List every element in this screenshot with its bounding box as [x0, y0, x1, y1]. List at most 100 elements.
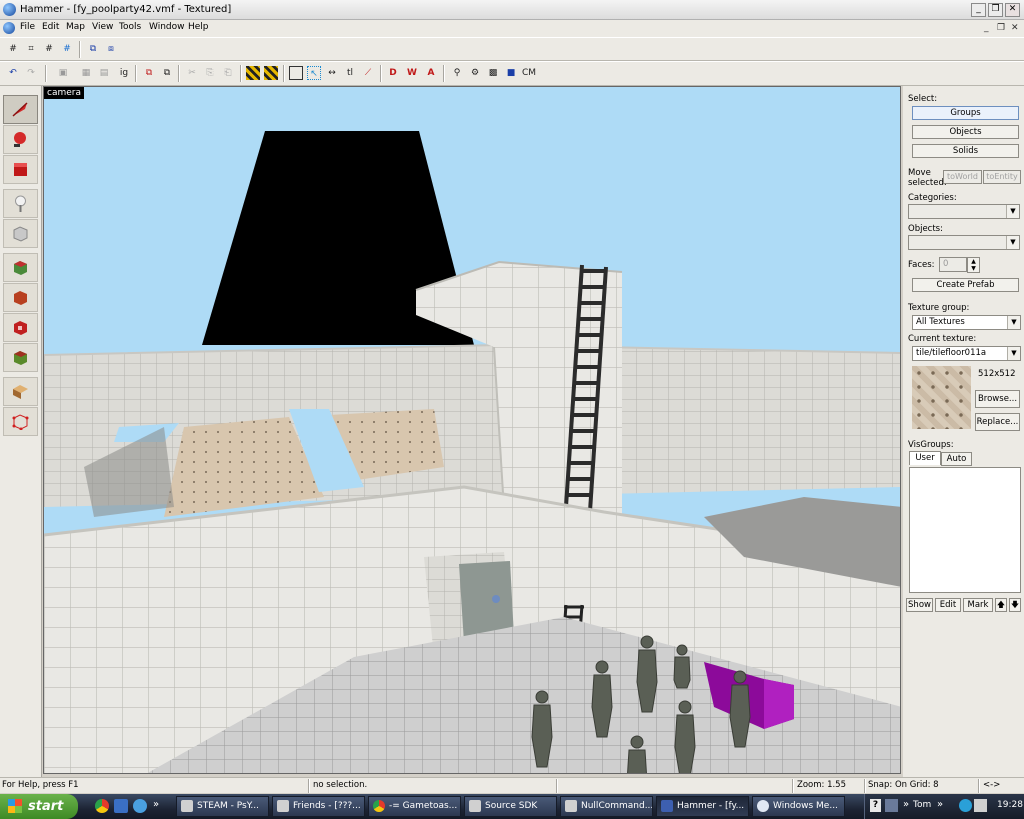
chrome-icon[interactable] [95, 799, 109, 813]
steam-tray-icon[interactable] [974, 799, 987, 812]
entity-tool[interactable] [3, 189, 38, 218]
tray-app-icon[interactable] [885, 799, 898, 812]
texture-application-tool[interactable] [3, 253, 38, 282]
tab-auto[interactable]: Auto [941, 452, 972, 466]
select-groups-button[interactable]: Groups [912, 106, 1019, 120]
tab-user[interactable]: User [909, 451, 941, 465]
grid-smaller-icon[interactable]: # [42, 42, 56, 56]
flip-vertical-icon[interactable]: tl [343, 66, 357, 80]
faces-spinner[interactable]: ▲ ▼ [967, 257, 980, 273]
tray-overflow-icon[interactable]: » [903, 799, 909, 810]
ignore-groups-icon[interactable]: ig [117, 66, 131, 80]
texture-preview[interactable] [912, 366, 971, 429]
grid-toggle-icon[interactable]: # [6, 42, 20, 56]
cut-icon[interactable]: ✂ [185, 66, 199, 80]
objects-dropdown[interactable]: ▼ [908, 235, 1020, 250]
copy-icon[interactable]: ⎘ [203, 66, 217, 80]
flip-horizontal-icon[interactable]: ↔ [325, 66, 339, 80]
visgroups-list[interactable] [909, 467, 1021, 593]
create-prefab-button[interactable]: Create Prefab [912, 278, 1019, 292]
select-solids-button[interactable]: Solids [912, 144, 1019, 158]
browse-button[interactable]: Browse... [975, 390, 1020, 408]
group-icon[interactable]: ⧉ [86, 42, 100, 56]
compile-icon[interactable]: ⚲ [450, 66, 464, 80]
select-objects-button[interactable]: Objects [912, 125, 1019, 139]
task-friends[interactable]: Friends - [???... [272, 796, 365, 817]
visgroup-mark-button[interactable]: Mark [963, 598, 993, 612]
move-up-icon[interactable]: 🡅 [995, 598, 1007, 612]
viewport-label[interactable]: camera [44, 87, 84, 99]
visgroup-edit-button[interactable]: Edit [935, 598, 961, 612]
visgroup-show-button[interactable]: Show [906, 598, 933, 612]
undo-icon[interactable]: ↶ [6, 66, 20, 80]
task-source-sdk[interactable]: Source SDK [464, 796, 557, 817]
media-icon[interactable] [114, 799, 128, 813]
menu-edit[interactable]: Edit [42, 22, 59, 32]
close-button[interactable]: ✕ [1005, 3, 1020, 17]
tray-more-icon[interactable]: » [937, 799, 943, 810]
vertex-tool[interactable] [3, 407, 38, 436]
replace-button[interactable]: Replace... [975, 413, 1020, 431]
faces-input[interactable]: 0 [939, 257, 967, 272]
to-entity-button[interactable]: toEntity [983, 170, 1021, 184]
menu-view[interactable]: View [92, 22, 113, 32]
menu-map[interactable]: Map [66, 22, 85, 32]
camera-tool[interactable] [3, 155, 38, 184]
texture-lock-icon[interactable] [246, 66, 260, 80]
cordon-button[interactable]: CM [520, 66, 538, 80]
move-down-icon[interactable]: 🡇 [1009, 598, 1021, 612]
toggle-2d-models-icon[interactable]: D [386, 66, 400, 80]
redo-icon[interactable]: ↷ [24, 66, 38, 80]
carve-icon[interactable]: ▣ [56, 66, 70, 80]
ungroup-icon[interactable]: ⧈ [104, 42, 118, 56]
grid-larger-icon[interactable]: # [60, 42, 74, 56]
apply-current-texture-tool[interactable] [3, 283, 38, 312]
hide-selected-icon[interactable]: ⧉ [142, 66, 156, 80]
help-icon[interactable]: ? [870, 799, 881, 812]
network-icon[interactable] [959, 799, 972, 812]
transform-icon[interactable]: ■ [504, 66, 518, 80]
block-tool[interactable] [3, 219, 38, 248]
toggle-selection-handles-icon[interactable] [289, 66, 303, 80]
current-texture-dropdown[interactable]: tile/tilefloor011a ▼ [912, 346, 1021, 361]
show-all-icon[interactable]: ⧉ [160, 66, 174, 80]
mdi-close-button[interactable]: ✕ [1011, 23, 1019, 33]
texture-scale-lock-icon[interactable] [264, 66, 278, 80]
menu-tools[interactable]: Tools [119, 22, 141, 32]
grid-3d-icon[interactable]: ⌗ [24, 42, 38, 56]
menu-window[interactable]: Window [149, 22, 185, 32]
magnify-tool[interactable] [3, 125, 38, 154]
camera-viewport[interactable]: camera [43, 86, 901, 774]
paste-icon[interactable]: ⎗ [221, 66, 235, 80]
tie-entity-icon[interactable]: ▤ [97, 66, 111, 80]
task-gametoast[interactable]: -= Gametoas... [368, 796, 461, 817]
menu-file[interactable]: File [20, 22, 35, 32]
quicklaunch-more-icon[interactable]: » [153, 799, 159, 810]
task-hammer[interactable]: Hammer - [fy... [656, 796, 749, 817]
task-windows-media[interactable]: Windows Me... [752, 796, 845, 817]
overlay-tool[interactable] [3, 343, 38, 372]
selection-tool[interactable] [3, 95, 38, 124]
menu-help[interactable]: Help [188, 22, 209, 32]
task-nullcommand[interactable]: NullCommand... [560, 796, 653, 817]
start-button[interactable]: start [0, 794, 78, 819]
hollow-icon[interactable]: ▦ [79, 66, 93, 80]
toggle-autosave-icon[interactable]: A [424, 66, 438, 80]
toggle-helpers-icon[interactable]: W [405, 66, 419, 80]
restore-button[interactable]: ❐ [988, 3, 1003, 17]
select-by-handles-icon[interactable]: ↖ [307, 66, 321, 80]
run-map-icon[interactable]: ⚙ [468, 66, 482, 80]
clipping-tool[interactable] [3, 377, 38, 406]
document-icon[interactable] [3, 22, 15, 34]
texture-group-dropdown[interactable]: All Textures ▼ [912, 315, 1021, 330]
radius-culling-icon[interactable]: ⟋ [361, 66, 375, 80]
categories-dropdown[interactable]: ▼ [908, 204, 1020, 219]
mdi-minimize-button[interactable]: _ [984, 23, 989, 33]
ie-icon[interactable] [133, 799, 147, 813]
minimize-button[interactable]: _ [971, 3, 986, 17]
task-steam[interactable]: STEAM - PsY... [176, 796, 269, 817]
to-world-button[interactable]: toWorld [943, 170, 982, 184]
decal-tool[interactable] [3, 313, 38, 342]
check-map-icon[interactable]: ▩ [486, 66, 500, 80]
mdi-restore-button[interactable]: ❐ [997, 23, 1005, 33]
